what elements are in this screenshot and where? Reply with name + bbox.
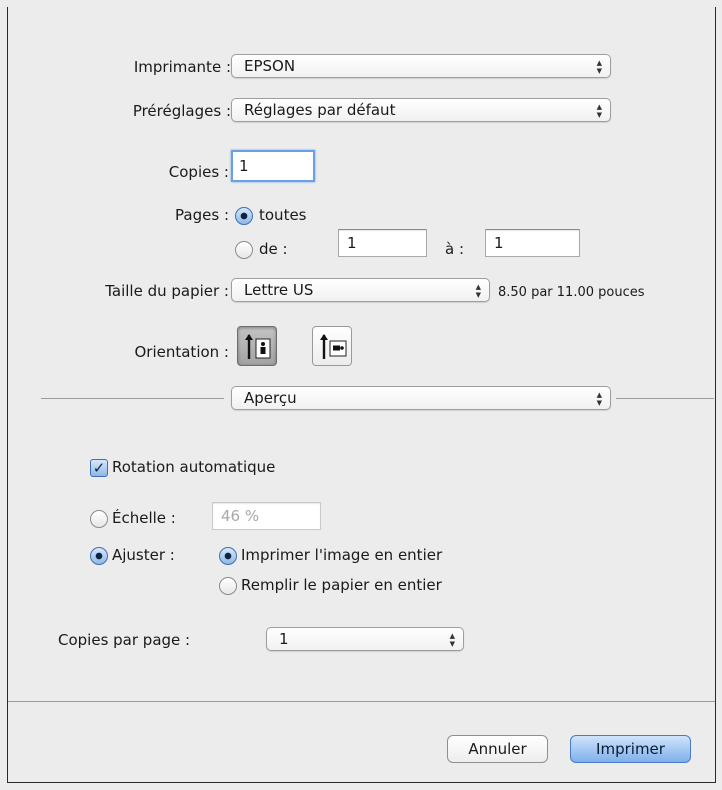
- pages-range-radio[interactable]: [235, 241, 253, 259]
- section-popup-value: Aperçu: [244, 389, 297, 407]
- copies-field[interactable]: 1: [231, 150, 315, 182]
- up-down-chevrons-icon: ▲ ▼: [449, 632, 455, 648]
- presets-popup-value: Réglages par défaut: [244, 101, 396, 119]
- section-divider-left: [41, 398, 224, 399]
- presets-label: Préréglages :: [132, 102, 231, 120]
- pages-all-radio[interactable]: [235, 207, 253, 225]
- printer-popup[interactable]: EPSON ▲ ▼: [231, 54, 611, 78]
- printer-popup-value: EPSON: [244, 57, 296, 75]
- fit-fill-paper-radio[interactable]: [219, 577, 237, 595]
- landscape-orientation-icon: [320, 334, 347, 359]
- pages-to-field[interactable]: 1: [485, 229, 580, 257]
- print-dialog: Imprimante : EPSON ▲ ▼ Préréglages : Régl…: [7, 7, 716, 783]
- section-divider-right: [616, 398, 714, 399]
- pages-label: Pages :: [175, 206, 229, 224]
- copies-label: Copies :: [168, 163, 229, 181]
- pages-to-label: à :: [445, 240, 465, 258]
- copies-per-page-popup[interactable]: 1 ▲ ▼: [266, 627, 464, 651]
- copies-per-page-label: Copies par page :: [58, 631, 191, 649]
- up-down-chevrons-icon: ▲ ▼: [596, 103, 602, 119]
- fit-radio[interactable]: [90, 547, 108, 565]
- copies-per-page-value: 1: [279, 630, 289, 648]
- fit-print-entire-image-radio[interactable]: [219, 547, 237, 565]
- orientation-landscape-button[interactable]: [312, 326, 352, 366]
- printer-label: Imprimante :: [133, 58, 231, 76]
- cancel-button[interactable]: Annuler: [447, 735, 548, 763]
- fit-label: Ajuster :: [112, 546, 175, 564]
- up-down-chevrons-icon: ▲ ▼: [596, 59, 602, 75]
- scale-radio[interactable]: [90, 510, 108, 528]
- orientation-portrait-button[interactable]: [237, 326, 277, 366]
- presets-popup[interactable]: Réglages par défaut ▲ ▼: [231, 98, 611, 122]
- paper-size-popup-value: Lettre US: [244, 281, 314, 299]
- fit-fill-paper-label: Remplir le papier en entier: [241, 576, 442, 594]
- scale-label: Échelle :: [112, 509, 176, 527]
- scale-field[interactable]: 46 %: [212, 502, 321, 530]
- auto-rotate-checkbox[interactable]: ✓: [90, 459, 108, 477]
- print-button[interactable]: Imprimer: [570, 735, 691, 763]
- pages-from-field[interactable]: 1: [338, 229, 427, 257]
- paper-dimensions: 8.50 par 11.00 pouces: [498, 285, 645, 300]
- fit-print-entire-image-label: Imprimer l'image en entier: [241, 546, 443, 564]
- paper-size-label: Taille du papier :: [105, 282, 229, 300]
- pages-from-label: de :: [259, 240, 288, 258]
- up-down-chevrons-icon: ▲ ▼: [475, 283, 481, 299]
- checkmark-icon: ✓: [92, 459, 106, 477]
- portrait-orientation-icon: [245, 334, 271, 359]
- section-popup[interactable]: Aperçu ▲ ▼: [231, 386, 611, 410]
- pages-all-label: toutes: [259, 206, 307, 224]
- paper-size-popup[interactable]: Lettre US ▲ ▼: [231, 278, 490, 302]
- auto-rotate-label: Rotation automatique: [112, 458, 276, 476]
- up-down-chevrons-icon: ▲ ▼: [596, 391, 602, 407]
- bottom-divider: [8, 701, 715, 702]
- orientation-label: Orientation :: [134, 343, 229, 361]
